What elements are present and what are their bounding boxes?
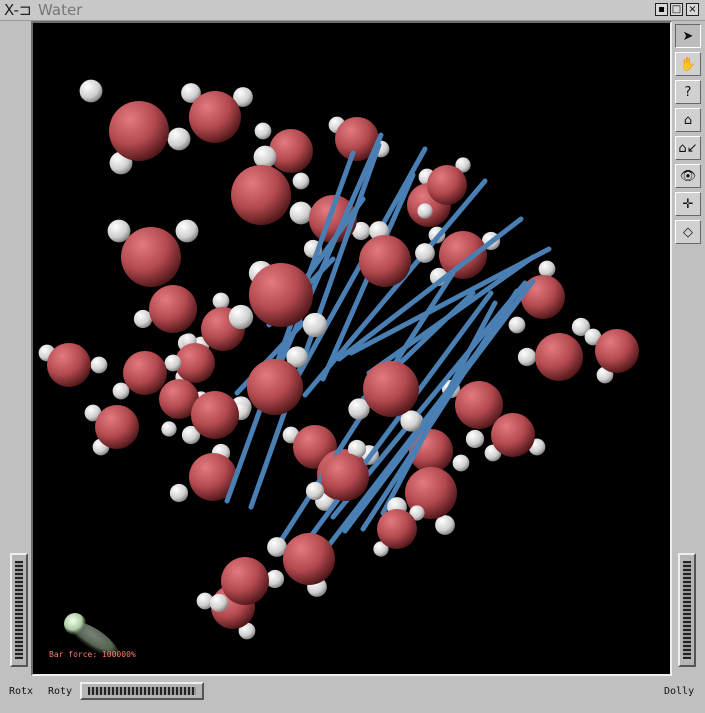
dolly-label: Dolly xyxy=(664,686,695,697)
hydrogen-atom[interactable] xyxy=(452,454,470,472)
hydrogen-atom[interactable] xyxy=(90,356,108,374)
oxygen-atom[interactable] xyxy=(363,361,419,417)
oxygen-atom[interactable] xyxy=(221,557,269,605)
oxygen-atom[interactable] xyxy=(595,329,639,373)
oxygen-atom[interactable] xyxy=(427,165,467,205)
3d-viewport[interactable]: Bar force: 100000% xyxy=(33,23,670,674)
window-title: Water xyxy=(38,1,83,19)
oxygen-atom[interactable] xyxy=(269,129,313,173)
hydrogen-atom[interactable] xyxy=(435,515,455,535)
molecule-scene[interactable] xyxy=(33,23,670,674)
view-all-button[interactable]: 👁 xyxy=(675,164,701,188)
oxygen-atom[interactable] xyxy=(95,405,139,449)
hydrogen-atom[interactable] xyxy=(79,79,103,103)
oxygen-atom[interactable] xyxy=(249,263,313,327)
iconify-button[interactable]: ▪ xyxy=(655,3,668,16)
hydrogen-atom[interactable] xyxy=(212,292,230,310)
perspective-icon: ◇ xyxy=(683,224,693,240)
hydrogen-atom[interactable] xyxy=(302,312,328,338)
close-button[interactable]: × xyxy=(686,3,699,16)
oxygen-atom[interactable] xyxy=(439,231,487,279)
home-icon: ⌂ xyxy=(683,112,693,128)
oxygen-atom[interactable] xyxy=(121,227,181,287)
seek-icon: ✛ xyxy=(682,196,694,212)
hydrogen-atom[interactable] xyxy=(161,421,177,437)
hydrogen-atom[interactable] xyxy=(305,481,325,501)
hydrogen-atom[interactable] xyxy=(508,316,526,334)
help-button[interactable]: ? xyxy=(675,80,701,104)
view-all-icon: 👁 xyxy=(679,168,697,184)
oxygen-atom[interactable] xyxy=(191,391,239,439)
hydrogen-atom[interactable] xyxy=(465,429,485,449)
hydrogen-atom[interactable] xyxy=(175,219,199,243)
hydrogen-atom[interactable] xyxy=(254,122,272,140)
rotx-label: Rotx xyxy=(9,686,34,697)
hydrogen-atom[interactable] xyxy=(253,145,277,169)
oxygen-atom[interactable] xyxy=(359,235,411,287)
rotx-thumbwheel[interactable] xyxy=(10,553,28,667)
seek-button[interactable]: ✛ xyxy=(675,192,701,216)
oxygen-atom[interactable] xyxy=(231,165,291,225)
hydrogen-atom[interactable] xyxy=(417,203,433,219)
oxygen-atom[interactable] xyxy=(321,453,369,501)
hydrogen-atom[interactable] xyxy=(228,304,254,330)
hydrogen-atom[interactable] xyxy=(538,260,556,278)
oxygen-atom[interactable] xyxy=(521,275,565,319)
hydrogen-atom[interactable] xyxy=(169,483,189,503)
hydrogen-atom[interactable] xyxy=(209,593,229,613)
set-home-button[interactable]: ⌂↙ xyxy=(675,136,701,160)
select-arrow-icon: ➤ xyxy=(682,28,694,44)
oxygen-atom[interactable] xyxy=(535,333,583,381)
hydrogen-atom[interactable] xyxy=(415,243,435,263)
perspective-button[interactable]: ◇ xyxy=(675,220,701,244)
oxygen-atom[interactable] xyxy=(47,343,91,387)
hand-view-icon: ✋ xyxy=(679,56,697,72)
home-button[interactable]: ⌂ xyxy=(675,108,701,132)
maximize-button[interactable]: □ xyxy=(670,3,683,16)
force-status-text: Bar force: 100000% xyxy=(49,650,136,659)
oxygen-atom[interactable] xyxy=(247,359,303,415)
oxygen-atom[interactable] xyxy=(189,91,241,143)
hydrogen-atom[interactable] xyxy=(107,219,131,243)
hydrogen-atom[interactable] xyxy=(292,172,310,190)
roty-thumbwheel[interactable] xyxy=(80,682,204,700)
oxygen-atom[interactable] xyxy=(377,509,417,549)
oxygen-atom[interactable] xyxy=(123,351,167,395)
oxygen-atom[interactable] xyxy=(109,101,169,161)
hand-view-button[interactable]: ✋ xyxy=(675,52,701,76)
oxygen-atom[interactable] xyxy=(283,533,335,585)
hydrogen-atom[interactable] xyxy=(164,354,182,372)
hydrogen-bond-bar[interactable] xyxy=(336,216,524,362)
dolly-thumbwheel[interactable] xyxy=(678,553,696,667)
set-home-icon: ⌂↙ xyxy=(678,140,698,156)
viewer-toolbar: ➤ ✋? ⌂ ⌂↙ 👁 ✛ ◇ xyxy=(673,22,703,248)
title-bar[interactable]: X-⊐ Water ▪ □ × xyxy=(0,0,705,21)
oxygen-atom[interactable] xyxy=(491,413,535,457)
hydrogen-atom[interactable] xyxy=(167,127,191,151)
x-menu-icon[interactable]: X-⊐ xyxy=(4,1,32,19)
roty-label: Roty xyxy=(48,686,73,697)
hydrogen-atom[interactable] xyxy=(517,347,537,367)
oxygen-atom[interactable] xyxy=(149,285,197,333)
help-icon: ? xyxy=(684,84,692,100)
hydrogen-atom[interactable] xyxy=(289,201,313,225)
select-arrow-button[interactable]: ➤ xyxy=(675,24,701,48)
